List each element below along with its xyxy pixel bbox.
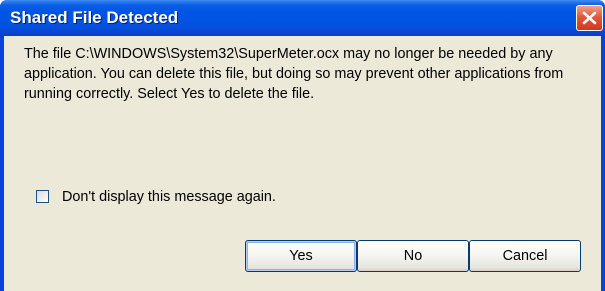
dont-display-again-label[interactable]: Don't display this message again.	[62, 188, 276, 206]
close-icon	[582, 11, 597, 25]
cancel-button[interactable]: Cancel	[469, 240, 581, 272]
yes-button[interactable]: Yes	[245, 240, 357, 272]
dont-display-again-checkbox[interactable]	[36, 190, 49, 203]
message-text: The file C:\WINDOWS\System32\SuperMeter.…	[24, 46, 564, 102]
dialog-title: Shared File Detected	[10, 8, 179, 27]
no-button[interactable]: No	[357, 240, 469, 272]
window-border-right	[601, 36, 605, 291]
close-button[interactable]	[576, 5, 603, 31]
shared-file-dialog: Shared File Detected The file C:\WINDOWS…	[0, 0, 605, 291]
title-bar[interactable]: Shared File Detected	[0, 0, 605, 36]
